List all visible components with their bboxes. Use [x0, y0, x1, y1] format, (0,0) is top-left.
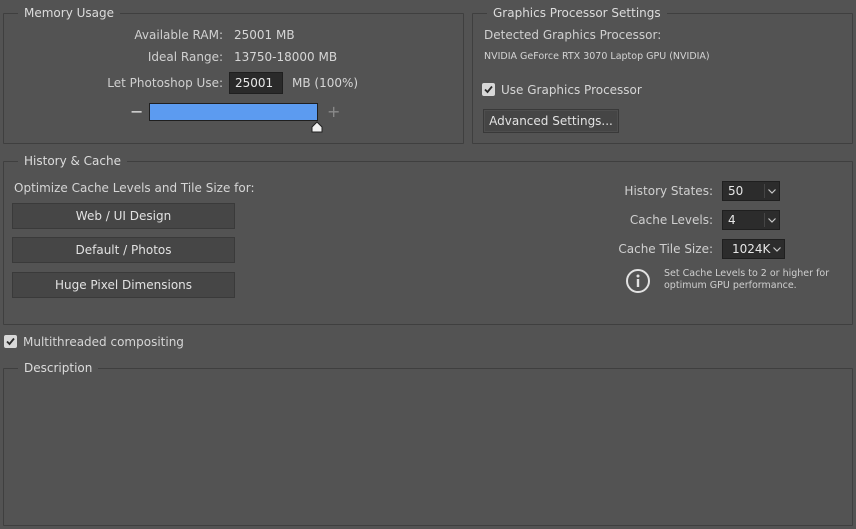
advanced-settings-button[interactable]: Advanced Settings... — [483, 109, 619, 133]
multithreaded-label[interactable]: Multithreaded compositing — [23, 335, 184, 349]
huge-pixel-dimensions-button[interactable]: Huge Pixel Dimensions — [12, 272, 235, 298]
info-icon — [626, 269, 650, 293]
cache-tile-size-combo[interactable]: 1024K — [722, 239, 785, 259]
web-ui-design-button[interactable]: Web / UI Design — [12, 203, 235, 229]
description-group: Description — [3, 361, 853, 526]
history-states-combo[interactable]: 50 — [722, 181, 780, 201]
let-photoshop-use-label: Let Photoshop Use: — [107, 76, 223, 90]
memory-slider-thumb[interactable] — [311, 121, 323, 133]
ideal-range-value: 13750-18000 MB — [234, 50, 338, 64]
use-gpu-checkbox[interactable] — [482, 83, 495, 96]
ideal-range-label: Ideal Range: — [147, 50, 223, 64]
memory-increase-button[interactable]: + — [327, 104, 340, 120]
memory-amount-input[interactable]: 25001 — [229, 72, 283, 94]
history-cache-title: History & Cache — [18, 154, 127, 168]
cache-tile-size-value: 1024K — [732, 242, 771, 256]
gpu-settings-title: Graphics Processor Settings — [487, 6, 667, 20]
memory-percent-label: MB (100%) — [292, 76, 359, 90]
multithreaded-checkbox[interactable] — [4, 335, 17, 348]
memory-slider-track[interactable] — [149, 103, 318, 121]
use-gpu-label[interactable]: Use Graphics Processor — [501, 83, 642, 97]
available-ram-label: Available RAM: — [134, 28, 223, 42]
cache-levels-combo[interactable]: 4 — [722, 210, 780, 230]
history-states-label: History States: — [624, 184, 713, 198]
optimize-label: Optimize Cache Levels and Tile Size for: — [14, 181, 255, 195]
cache-levels-label: Cache Levels: — [629, 213, 713, 227]
chevron-down-icon[interactable] — [766, 185, 778, 197]
memory-usage-title: Memory Usage — [18, 6, 121, 20]
available-ram-value: 25001 MB — [234, 28, 295, 42]
gpu-note-line-2: optimum GPU performance. — [664, 280, 797, 291]
chevron-down-icon[interactable] — [766, 214, 778, 226]
checkmark-icon — [484, 85, 493, 94]
history-states-value: 50 — [728, 184, 744, 198]
chevron-down-icon[interactable] — [771, 243, 783, 255]
detected-gpu-label: Detected Graphics Processor: — [484, 28, 662, 42]
detected-gpu-value: NVIDIA GeForce RTX 3070 Laptop GPU (NVID… — [484, 51, 710, 62]
description-title: Description — [18, 361, 99, 375]
cache-levels-value: 4 — [728, 213, 736, 227]
checkmark-icon — [6, 337, 15, 346]
default-photos-button[interactable]: Default / Photos — [12, 237, 235, 263]
gpu-note-line-1: Set Cache Levels to 2 or higher for — [664, 268, 830, 279]
memory-decrease-button[interactable]: − — [130, 104, 143, 120]
cache-tile-size-label: Cache Tile Size: — [618, 242, 713, 256]
